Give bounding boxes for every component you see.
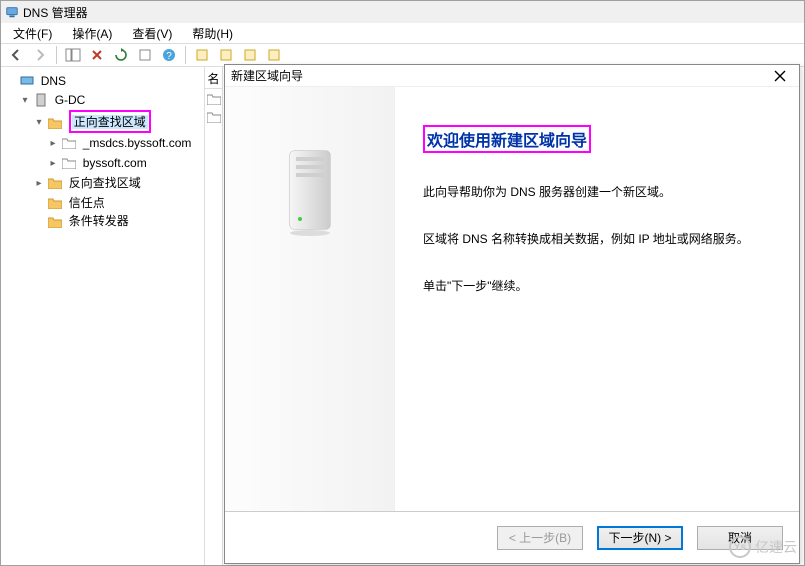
tree-server[interactable]: ▾ G-DC ▾ 正向查找区域 — [19, 90, 204, 230]
menu-help[interactable]: 帮助(H) — [184, 23, 241, 44]
wizard-titlebar: 新建区域向导 — [225, 65, 799, 87]
chevron-right-icon[interactable]: ▸ — [47, 155, 59, 173]
tool-c-button[interactable] — [239, 45, 261, 65]
watermark-text: 亿速云 — [755, 537, 797, 557]
show-hide-tree-button[interactable] — [62, 45, 84, 65]
tree-root-dns[interactable]: DNS ▾ G-DC ▾ 正向查找区域 — [5, 71, 204, 230]
folder-icon — [48, 196, 62, 208]
wizard-heading: 欢迎使用新建区域向导 — [423, 125, 591, 153]
new-zone-wizard-dialog: 新建区域向导 欢迎使用新建区域向导 此向导帮助你为 — [224, 64, 800, 564]
wizard-title-text: 新建区域向导 — [231, 67, 303, 84]
help-button[interactable]: ? — [158, 45, 180, 65]
chevron-down-icon[interactable]: ▾ — [19, 92, 31, 110]
titlebar: DNS 管理器 — [1, 1, 804, 23]
highlight-marker: 正向查找区域 — [69, 110, 151, 133]
folder-icon — [48, 176, 62, 188]
tree-label: 条件转发器 — [69, 214, 129, 228]
wizard-text-1: 此向导帮助你为 DNS 服务器创建一个新区域。 — [423, 183, 771, 200]
refresh-button[interactable] — [110, 45, 132, 65]
folder-icon — [48, 215, 62, 227]
svg-text:?: ? — [166, 51, 172, 62]
tree-conditional-forwarders[interactable]: 条件转发器 — [33, 211, 204, 230]
server-icon — [34, 93, 48, 107]
tree-label: _msdcs.byssoft.com — [83, 135, 192, 149]
tree-forward-zone[interactable]: ▾ 正向查找区域 ▸ _msdc — [33, 110, 204, 173]
tree-trust-points[interactable]: 信任点 — [33, 193, 204, 212]
tree-label: DNS — [41, 74, 66, 88]
watermark-icon: Ys — [729, 536, 751, 558]
wizard-banner — [225, 87, 395, 511]
tree-reverse-zone[interactable]: ▸ 反向查找区域 — [33, 173, 204, 193]
delete-button[interactable] — [86, 45, 108, 65]
toolbar-separator — [185, 46, 186, 64]
tree-label: 信任点 — [69, 195, 105, 209]
next-button[interactable]: 下一步(N) > — [597, 526, 683, 550]
tree-label: 正向查找区域 — [72, 115, 148, 129]
menu-action[interactable]: 操作(A) — [64, 23, 120, 44]
watermark: Ys 亿速云 — [729, 536, 797, 558]
tree-zone-msdcs[interactable]: ▸ _msdcs.byssoft.com — [47, 133, 204, 153]
wizard-body: 欢迎使用新建区域向导 此向导帮助你为 DNS 服务器创建一个新区域。 区域将 D… — [225, 87, 799, 511]
export-button[interactable] — [134, 45, 156, 65]
tree-label: byssoft.com — [83, 155, 147, 169]
zone-icon — [62, 156, 76, 168]
back-button[interactable] — [5, 45, 27, 65]
menu-file[interactable]: 文件(F) — [5, 23, 60, 44]
wizard-main: 欢迎使用新建区域向导 此向导帮助你为 DNS 服务器创建一个新区域。 区域将 D… — [395, 87, 799, 511]
wizard-text-2: 区域将 DNS 名称转换成相关数据，例如 IP 地址或网络服务。 — [423, 230, 771, 247]
zone-icon — [62, 136, 76, 148]
tree-zone-main[interactable]: ▸ byssoft.com — [47, 153, 204, 173]
chevron-right-icon[interactable]: ▸ — [33, 175, 45, 193]
tool-a-button[interactable] — [191, 45, 213, 65]
zone-icon[interactable] — [207, 93, 221, 107]
tree-label: G-DC — [55, 93, 86, 107]
dns-app-icon — [5, 5, 19, 19]
menubar: 文件(F) 操作(A) 查看(V) 帮助(H) — [1, 23, 804, 43]
wizard-footer: < 上一步(B) 下一步(N) > 取消 — [225, 511, 799, 563]
window-title: DNS 管理器 — [23, 4, 88, 21]
tool-b-button[interactable] — [215, 45, 237, 65]
close-button[interactable] — [767, 66, 793, 86]
wizard-text-3: 单击"下一步"继续。 — [423, 277, 771, 294]
tree-label: 反向查找区域 — [69, 175, 141, 189]
chevron-down-icon[interactable]: ▾ — [33, 114, 45, 132]
forward-button[interactable] — [29, 45, 51, 65]
toolbar-separator — [56, 46, 57, 64]
tree-panel: DNS ▾ G-DC ▾ 正向查找区域 — [1, 67, 205, 565]
chevron-right-icon[interactable]: ▸ — [47, 135, 59, 153]
folder-icon — [48, 116, 62, 128]
list-panel: 名 — [205, 67, 223, 565]
server-tower-icon — [284, 147, 336, 240]
zone-icon[interactable] — [207, 111, 221, 125]
tool-d-button[interactable] — [263, 45, 285, 65]
dns-icon — [20, 74, 34, 88]
menu-view[interactable]: 查看(V) — [124, 23, 180, 44]
column-header-label: 名 — [207, 70, 219, 87]
column-header-name[interactable]: 名 — [205, 69, 222, 89]
back-button: < 上一步(B) — [497, 526, 583, 550]
